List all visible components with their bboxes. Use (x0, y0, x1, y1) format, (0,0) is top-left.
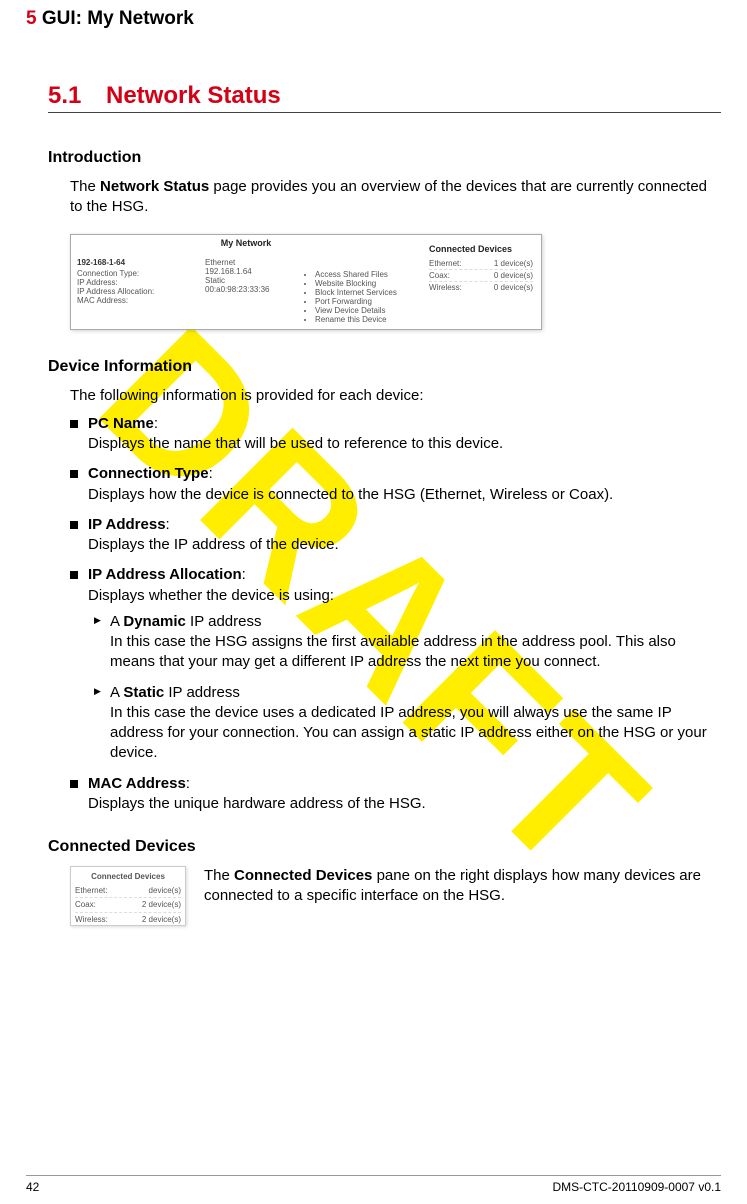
section-title: Network Status (106, 82, 281, 110)
shot-action: Access Shared Files (315, 270, 411, 279)
shot-actions-list: Access Shared Files Website Blocking Blo… (315, 270, 411, 324)
shot-cd-row: Ethernet: 1 device(s) (429, 258, 533, 270)
item-desc: Displays the unique hardware address of … (88, 795, 426, 812)
shot-conn-type-label: Connection Type: (77, 269, 193, 278)
sub-tail: IP address (186, 613, 262, 630)
chapter-title: GUI: My Network (42, 8, 194, 29)
shot-eth-value: Ethernet (205, 258, 291, 267)
cd-thumb-row: Coax: 2 device(s) (75, 898, 181, 912)
sub-bold: Static (123, 684, 164, 701)
intro-text: The Network Status page provides you an … (70, 177, 721, 218)
item-title: MAC Address (88, 775, 186, 792)
sub-lead: A (110, 613, 123, 630)
list-item: IP Address Allocation: Displays whether … (70, 565, 721, 763)
sub-detail: In this case the device uses a dedicated… (110, 704, 707, 762)
list-item: IP Address: Displays the IP address of t… (70, 515, 721, 556)
shot-cd-row: Wireless: 0 device(s) (429, 282, 533, 293)
cd-val: 2 device(s) (142, 899, 181, 910)
sub-tail: IP address (164, 684, 240, 701)
intro-bold: Network Status (100, 178, 209, 195)
item-title: Connection Type (88, 465, 209, 482)
doc-id: DMS-CTC-20110909-0007 v0.1 (552, 1180, 721, 1194)
cd-if: Coax: (75, 899, 96, 910)
page-footer: 42 DMS-CTC-20110909-0007 v0.1 (26, 1175, 721, 1194)
chapter-number: 5 (26, 8, 37, 29)
cd-if: Wireless: (429, 283, 462, 292)
sub-item: A Dynamic IP address In this case the HS… (94, 612, 721, 673)
cd-val: 0 device(s) (494, 271, 533, 280)
cd-if: Ethernet: (429, 259, 461, 268)
shot-action: View Device Details (315, 306, 411, 315)
sub-item: A Static IP address In this case the dev… (94, 683, 721, 764)
connected-heading: Connected Devices (48, 838, 721, 856)
section-number: 5.1 (48, 82, 84, 110)
shot-ip-value: 192.168.1.64 (205, 267, 291, 276)
shot-cd-row: Coax: 0 device(s) (429, 270, 533, 282)
network-status-screenshot: My Network 192-168-1-64 Connection Type:… (70, 234, 542, 330)
shot-action: Port Forwarding (315, 297, 411, 306)
cd-thumb-row: Wireless: 2 device(s) (75, 913, 181, 926)
shot-ip-label: IP Address: (77, 278, 193, 287)
cd-val: 2 device(s) (142, 914, 181, 925)
sub-list: A Dynamic IP address In this case the HS… (94, 612, 721, 764)
shot-device-name: 192-168-1-64 (77, 258, 193, 267)
list-item: MAC Address: Displays the unique hardwar… (70, 774, 721, 815)
list-item: PC Name: Displays the name that will be … (70, 414, 721, 455)
device-info-lead: The following information is provided fo… (70, 386, 721, 406)
page-number: 42 (26, 1180, 39, 1194)
item-title: IP Address Allocation (88, 566, 242, 583)
cd-val: device(s) (149, 885, 181, 896)
cd-thumb-title: Connected Devices (75, 871, 181, 882)
shot-mac-value: 00:a0:98:23:33:36 (205, 285, 291, 294)
device-info-heading: Device Information (48, 358, 721, 376)
item-desc: Displays the name that will be used to r… (88, 435, 503, 452)
cd-val: 1 device(s) (494, 259, 533, 268)
section-heading: 5.1 Network Status (48, 82, 721, 113)
item-title: PC Name (88, 415, 154, 432)
device-info-list: PC Name: Displays the name that will be … (70, 414, 721, 814)
shot-action: Block Internet Services (315, 288, 411, 297)
shot-action: Website Blocking (315, 279, 411, 288)
list-item: Connection Type: Displays how the device… (70, 464, 721, 505)
shot-mac-label: MAC Address: (77, 296, 193, 305)
item-desc: Displays how the device is connected to … (88, 486, 613, 503)
intro-text-pre: The (70, 178, 100, 195)
connected-bold: Connected Devices (234, 867, 372, 884)
cd-if: Coax: (429, 271, 450, 280)
page-header: 5 GUI: My Network (26, 0, 721, 34)
cd-if: Ethernet: (75, 885, 107, 896)
connected-text: The Connected Devices pane on the right … (204, 866, 721, 926)
sub-bold: Dynamic (123, 613, 186, 630)
connected-devices-thumb: Connected Devices Ethernet: device(s) Coa… (70, 866, 186, 926)
cd-val: 0 device(s) (494, 283, 533, 292)
cd-thumb-row: Ethernet: device(s) (75, 884, 181, 898)
shot-connected-title: Connected Devices (429, 241, 533, 258)
item-desc: Displays whether the device is using: (88, 587, 334, 604)
intro-heading: Introduction (48, 149, 721, 167)
shot-ip-alloc-label: IP Address Allocation: (77, 287, 193, 296)
shot-action: Rename this Device (315, 315, 411, 324)
sub-lead: A (110, 684, 123, 701)
item-title: IP Address (88, 516, 166, 533)
shot-my-network-title: My Network (71, 235, 421, 252)
connected-text-pre: The (204, 867, 234, 884)
sub-detail: In this case the HSG assigns the first a… (110, 633, 676, 670)
item-desc: Displays the IP address of the device. (88, 536, 339, 553)
shot-alloc-value: Static (205, 276, 291, 285)
cd-if: Wireless: (75, 914, 108, 925)
